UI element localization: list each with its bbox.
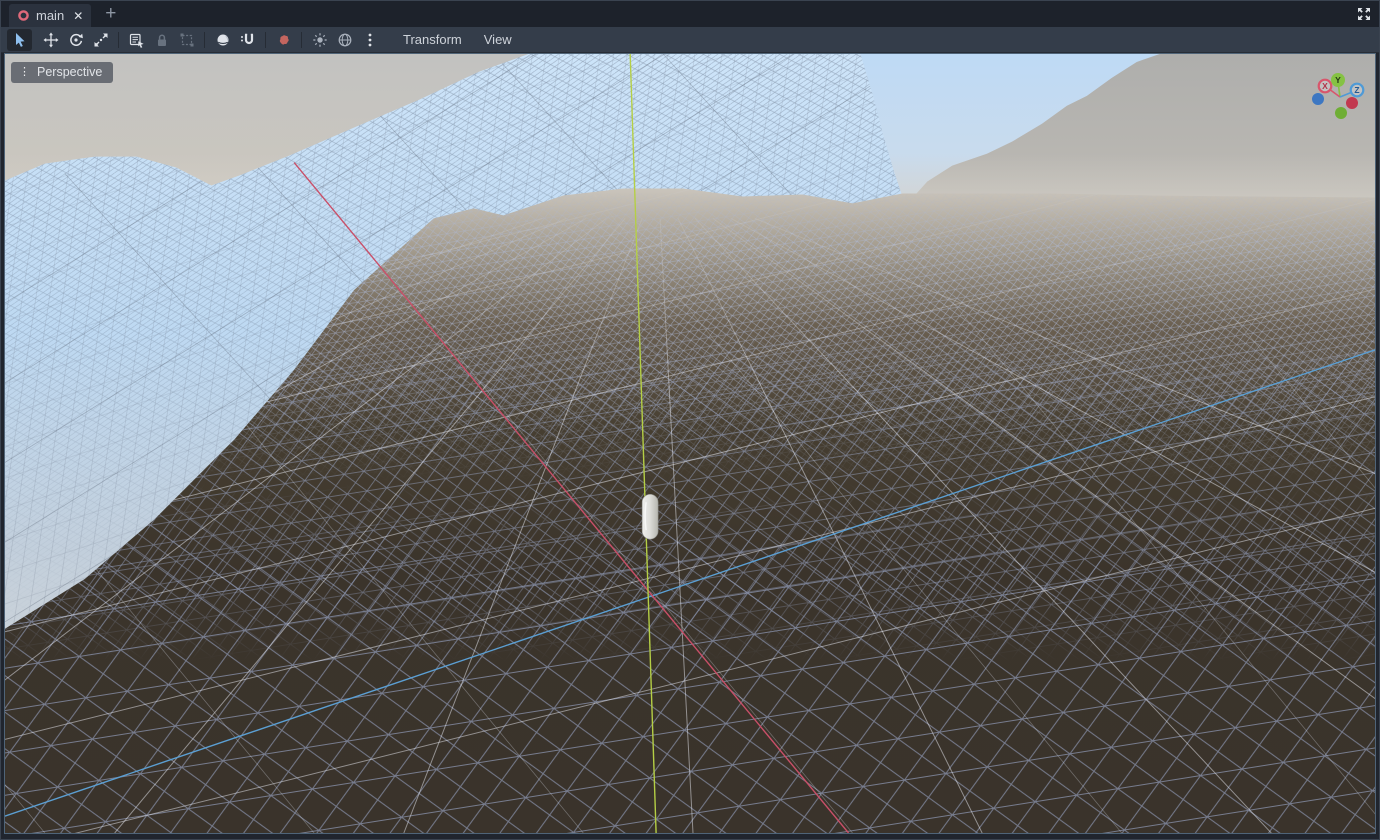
svg-text:Z: Z xyxy=(1354,85,1359,95)
toolbar-separator xyxy=(265,32,266,48)
scene-root-icon xyxy=(17,9,30,22)
move-tool-button[interactable] xyxy=(38,29,63,51)
scale-tool-button[interactable] xyxy=(88,29,113,51)
gizmo-axis-y[interactable]: Y xyxy=(1331,73,1345,87)
add-scene-tab-button[interactable]: + xyxy=(105,1,116,27)
orientation-gizmo[interactable]: X Y Z xyxy=(1307,67,1367,127)
lock-selected-button[interactable] xyxy=(149,29,174,51)
transform-menu[interactable]: Transform xyxy=(392,29,473,51)
move-arrows-icon xyxy=(43,32,59,48)
view-menu[interactable]: View xyxy=(473,29,523,51)
use-snap-button[interactable] xyxy=(235,29,260,51)
rotate-tool-button[interactable] xyxy=(63,29,88,51)
lock-icon xyxy=(154,32,170,48)
select-tool-button[interactable] xyxy=(7,29,32,51)
globe-icon xyxy=(337,32,353,48)
terrain-brush-button[interactable] xyxy=(271,29,296,51)
projection-mode-button[interactable]: ⋮ Perspective xyxy=(11,62,113,83)
scale-icon xyxy=(93,32,109,48)
gizmo-axis-neg-y[interactable] xyxy=(1335,107,1347,119)
gizmo-axis-neg-x[interactable] xyxy=(1346,97,1358,109)
tab-close-icon[interactable]: ✕ xyxy=(73,9,83,23)
gizmo-axis-neg-z[interactable] xyxy=(1312,93,1324,105)
group-icon xyxy=(179,32,195,48)
spatial-editor-toolbar: Transform View xyxy=(1,27,1379,53)
kebab-menu-icon: ⋮ xyxy=(19,67,30,77)
godot-editor-window: main ✕ + xyxy=(0,0,1380,840)
projection-label: Perspective xyxy=(37,65,102,79)
capsule-body xyxy=(642,494,658,539)
preview-environment-button[interactable] xyxy=(332,29,357,51)
sun-icon xyxy=(312,32,328,48)
tab-main[interactable]: main ✕ xyxy=(9,4,91,27)
gizmo-axis-x[interactable]: X xyxy=(1319,80,1332,93)
3d-viewport[interactable]: ⋮ Perspective X Y Z xyxy=(4,53,1376,834)
cursor-arrow-icon xyxy=(12,32,28,48)
sphere-icon xyxy=(215,32,231,48)
rotate-icon xyxy=(68,32,84,48)
toolbar-separator xyxy=(204,32,205,48)
group-selected-button[interactable] xyxy=(174,29,199,51)
expand-viewport-button[interactable] xyxy=(1356,6,1372,22)
svg-text:Y: Y xyxy=(1335,75,1341,85)
preview-sunlight-button[interactable] xyxy=(307,29,332,51)
toolbar-separator xyxy=(118,32,119,48)
toolbar-separator xyxy=(301,32,302,48)
kebab-menu-icon xyxy=(362,32,378,48)
scene-canvas xyxy=(5,54,1375,833)
list-select-tool-button[interactable] xyxy=(124,29,149,51)
gizmo-axis-z[interactable]: Z xyxy=(1351,84,1364,97)
brush-blob-icon xyxy=(276,32,292,48)
view-options-button[interactable] xyxy=(357,29,382,51)
list-select-icon xyxy=(129,32,145,48)
tab-label: main xyxy=(36,8,64,23)
scene-tab-bar: main ✕ + xyxy=(1,1,1379,27)
svg-text:X: X xyxy=(1322,81,1328,91)
magnet-icon xyxy=(240,32,256,48)
expand-icon xyxy=(1356,6,1372,22)
use-local-space-button[interactable] xyxy=(210,29,235,51)
